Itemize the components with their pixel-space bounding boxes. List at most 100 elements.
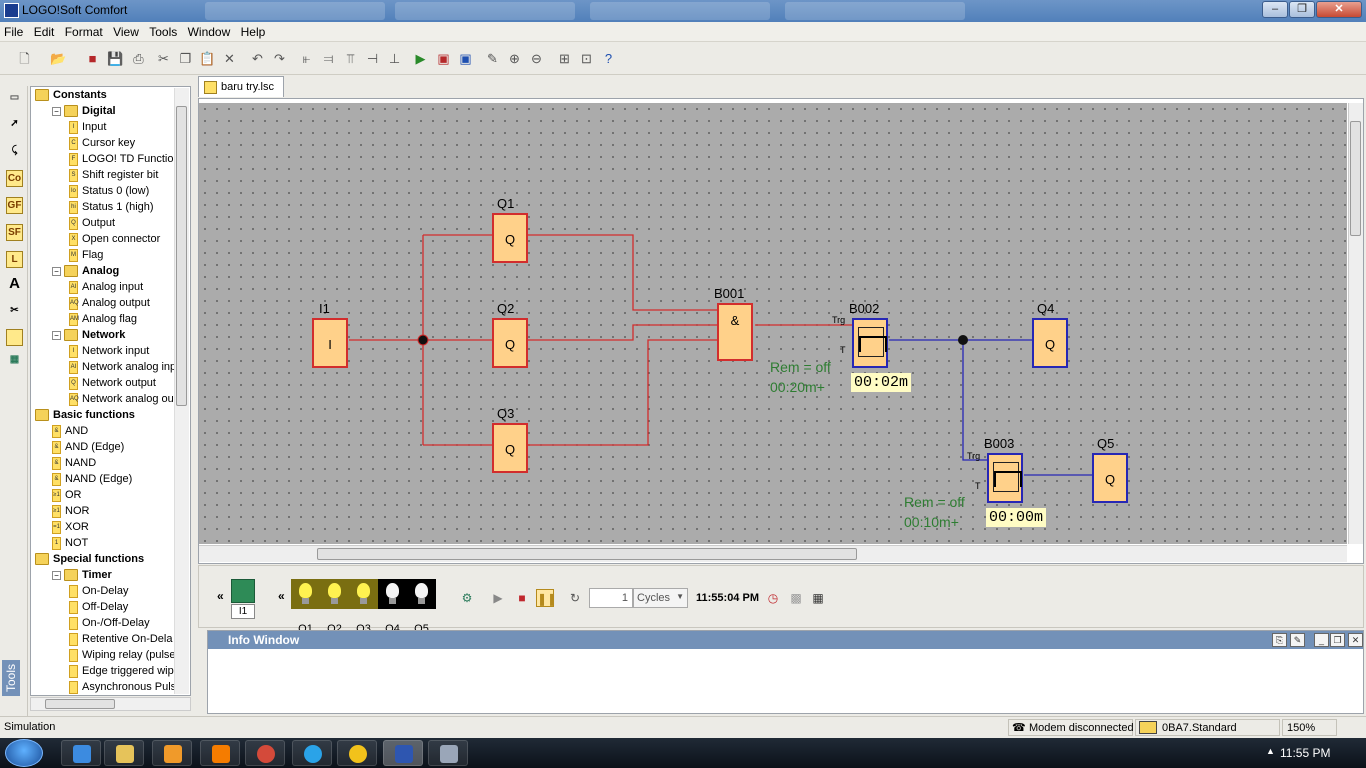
tree-item[interactable]: Wiping relay (pulse — [69, 648, 176, 664]
tree-item[interactable]: AI Analog input — [69, 280, 143, 296]
tree-item[interactable]: Q Output — [69, 216, 115, 232]
stop-icon[interactable]: ■ — [513, 589, 531, 607]
chrome-task[interactable] — [245, 740, 285, 766]
tree-vertical-scrollbar[interactable] — [174, 88, 189, 694]
input-block-i1[interactable]: I — [312, 318, 348, 368]
menu-tools[interactable]: Tools — [145, 22, 177, 39]
delete-icon[interactable]: ✕ — [221, 50, 238, 67]
zoom-in-icon[interactable]: ⊕ — [506, 50, 523, 67]
constants-tool-icon[interactable]: Co — [6, 170, 23, 187]
input-switch-i1[interactable] — [231, 579, 255, 603]
cycles-unit-select[interactable]: Cycles ▼ — [633, 588, 688, 608]
cut-icon[interactable]: ✂ — [155, 50, 172, 67]
tree-item[interactable]: ≥1 NOR — [52, 504, 89, 520]
media-player-task[interactable] — [152, 740, 192, 766]
skype-task[interactable] — [292, 740, 332, 766]
align-left-icon[interactable]: ⫦ — [298, 50, 315, 67]
connect-tool-icon[interactable]: ⤹ — [6, 143, 23, 160]
text-tool-icon[interactable]: A — [6, 276, 23, 293]
background-browser-tab[interactable] — [205, 2, 385, 20]
tree-folder[interactable]: − Digital — [52, 104, 116, 120]
tree-item[interactable]: & NAND (Edge) — [52, 472, 132, 488]
tree-horizontal-scrollbar[interactable] — [30, 697, 191, 711]
context-help-icon[interactable]: ? — [600, 50, 617, 67]
tree-item[interactable]: S Shift register bit — [69, 168, 158, 184]
tree-item[interactable]: AI Network analog inp — [69, 360, 176, 376]
document-tab[interactable]: baru try.lsc — [198, 76, 284, 97]
menu-help[interactable]: Help — [237, 22, 266, 39]
messenger-task[interactable] — [337, 740, 377, 766]
canvas-horizontal-scrollbar[interactable] — [199, 545, 1347, 562]
time-settings-icon[interactable]: ▩ — [787, 589, 805, 607]
collapse-icon[interactable]: − — [52, 570, 61, 580]
minimize-icon[interactable]: – — [1262, 1, 1288, 18]
open-file-icon[interactable]: 📂 — [50, 50, 67, 67]
output-block-q4[interactable]: Q — [1032, 318, 1068, 368]
menu-edit[interactable]: Edit — [30, 22, 55, 39]
background-browser-tab[interactable] — [590, 2, 770, 20]
collapse-icon[interactable]: − — [52, 106, 61, 116]
menu-format[interactable]: Format — [61, 22, 103, 39]
close-file-icon[interactable]: ■ — [84, 50, 101, 67]
online-test-icon[interactable]: ▦ — [6, 352, 23, 369]
pc-to-logo-icon[interactable]: ▣ — [435, 50, 452, 67]
output-block-q1[interactable]: Q — [492, 213, 528, 263]
copy-icon[interactable]: ❐ — [177, 50, 194, 67]
tree-item[interactable]: Q Network output — [69, 376, 156, 392]
tree-folder[interactable]: − Analog — [52, 264, 119, 280]
collapse-icon[interactable]: − — [52, 266, 61, 276]
output-block-q2[interactable]: Q — [492, 318, 528, 368]
pause-icon[interactable]: ❚❚ — [536, 589, 557, 607]
tree-item[interactable]: =1 XOR — [52, 520, 89, 536]
tree-folder[interactable]: Constants — [35, 88, 107, 104]
tree-item[interactable]: C Cursor key — [69, 136, 135, 152]
taskbar-clock[interactable]: 11:55 PM — [1280, 746, 1330, 760]
tree-item[interactable]: & NAND — [52, 456, 96, 472]
cycles-input[interactable]: 1 — [589, 588, 633, 608]
check-program-icon[interactable]: ⊡ — [578, 50, 595, 67]
logosoft-task[interactable] — [383, 740, 423, 766]
maximize-icon[interactable]: ❐ — [1289, 1, 1315, 18]
menu-file[interactable]: File — [0, 22, 23, 39]
tree-item[interactable]: M Flag — [69, 248, 103, 264]
zoom-out-icon[interactable]: ⊖ — [528, 50, 545, 67]
timer-block-b002[interactable] — [852, 318, 888, 368]
info-restore-icon[interactable]: ❐ — [1330, 633, 1345, 647]
clock-icon[interactable]: ◷ — [764, 589, 782, 607]
tree-item[interactable]: AQ Analog output — [69, 296, 150, 312]
special-functions-tool-icon[interactable]: SF — [6, 224, 23, 241]
output-block-q5[interactable]: Q — [1092, 453, 1128, 503]
align-right-icon[interactable]: ⫤ — [320, 50, 337, 67]
vlc-task[interactable] — [200, 740, 240, 766]
fit-page-icon[interactable]: ⊞ — [556, 50, 573, 67]
tree-item[interactable]: ≥1 OR — [52, 488, 82, 504]
select-pointer-icon[interactable]: ➚ — [6, 116, 23, 133]
undo-icon[interactable]: ↶ — [249, 50, 266, 67]
tray-expand-icon[interactable]: ▲ — [1266, 746, 1275, 756]
tree-item[interactable]: Edge triggered wip — [69, 664, 174, 680]
simulation-tool-icon[interactable] — [6, 329, 23, 346]
menu-view[interactable]: View — [109, 22, 139, 39]
window-task[interactable] — [428, 740, 468, 766]
info-copy-icon[interactable]: ⎘ — [1272, 633, 1287, 647]
background-browser-tab[interactable] — [785, 2, 965, 20]
tree-folder[interactable]: − Network — [52, 328, 125, 344]
pen-icon[interactable]: ✎ — [484, 50, 501, 67]
tree-item[interactable]: AQ Network analog ou — [69, 392, 174, 408]
close-icon[interactable]: ✕ — [1316, 1, 1362, 18]
tree-item[interactable]: & AND (Edge) — [52, 440, 124, 456]
tree-item[interactable]: F LOGO! TD Function — [69, 152, 180, 168]
tree-item[interactable]: AM Analog flag — [69, 312, 137, 328]
split-connection-icon[interactable]: ⊣ — [364, 50, 381, 67]
transfer-icon[interactable]: ▶ — [412, 50, 429, 67]
tree-item[interactable]: I Network input — [69, 344, 149, 360]
logo-to-pc-icon[interactable]: ▣ — [457, 50, 474, 67]
redo-icon[interactable]: ↷ — [271, 50, 288, 67]
save-icon[interactable]: 💾 — [107, 50, 124, 67]
tree-item[interactable]: lo Status 0 (low) — [69, 184, 149, 200]
collapse-inputs-icon[interactable]: « — [217, 589, 224, 603]
panel-toggle-icon[interactable]: ▭ — [6, 90, 23, 107]
tree-item[interactable]: Asynchronous Puls — [69, 680, 176, 695]
tree-item[interactable]: & AND — [52, 424, 88, 440]
simulation-settings-icon[interactable]: ⚙ — [458, 589, 476, 607]
